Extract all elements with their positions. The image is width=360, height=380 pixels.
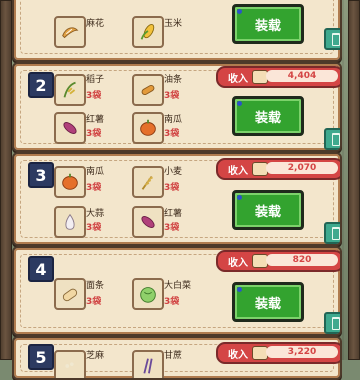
trash-icon[interactable] bbox=[324, 222, 340, 244]
corn-icon bbox=[140, 24, 155, 40]
item-name: 大白菜 bbox=[164, 281, 192, 291]
item-name: 油条 bbox=[164, 75, 183, 85]
item-slot[interactable] bbox=[54, 166, 86, 198]
blue-dot-icon bbox=[237, 287, 242, 292]
item-quantity: 3袋 bbox=[164, 223, 180, 233]
item-slot[interactable] bbox=[132, 16, 164, 48]
item-slot[interactable] bbox=[54, 112, 86, 144]
load-button-label: 装载 bbox=[254, 18, 281, 34]
crate-number-badge: 2 bbox=[28, 72, 54, 98]
sweet-potato-icon bbox=[141, 216, 155, 228]
item-slot[interactable] bbox=[54, 206, 86, 238]
income-label: 收入 bbox=[228, 73, 248, 85]
twisted-dough-icon bbox=[62, 27, 79, 39]
item-name: 南瓜 bbox=[164, 115, 183, 125]
pumpkin-icon bbox=[62, 173, 78, 190]
item-slot[interactable] bbox=[54, 74, 86, 106]
item-quantity: 3袋 bbox=[164, 129, 180, 139]
item-slot[interactable] bbox=[132, 350, 164, 378]
fried-dough-icon bbox=[141, 84, 155, 96]
item-slot[interactable] bbox=[54, 16, 86, 48]
item-slot[interactable] bbox=[132, 112, 164, 144]
crate-number-badge: 4 bbox=[28, 256, 54, 282]
item-quantity: 3袋 bbox=[86, 223, 102, 233]
rice-plant-icon bbox=[63, 81, 76, 98]
item-quantity: 3袋 bbox=[164, 91, 180, 101]
item-slot[interactable] bbox=[132, 206, 164, 238]
income-amount: 3,220 bbox=[266, 346, 338, 358]
income-label: 收入 bbox=[228, 349, 248, 361]
load-button[interactable]: 装载 bbox=[232, 190, 304, 230]
order-crate-1: 麻花 玉米 装载 bbox=[12, 0, 342, 62]
income-pill: 收入 4,404 bbox=[216, 66, 340, 88]
crate-number-badge: 3 bbox=[28, 162, 54, 188]
item-quantity: 3袋 bbox=[86, 297, 102, 307]
item-name: 红薯 bbox=[86, 115, 105, 125]
income-amount: 2,070 bbox=[266, 162, 338, 174]
income-pill: 收入 2,070 bbox=[216, 158, 340, 180]
item-slot[interactable] bbox=[54, 350, 86, 378]
item-name: 红薯 bbox=[164, 209, 183, 219]
item-quantity: 3袋 bbox=[164, 183, 180, 193]
load-button-label: 装载 bbox=[254, 204, 281, 220]
item-name: 玉米 bbox=[164, 19, 183, 29]
pumpkin-icon bbox=[140, 119, 156, 136]
load-button-label: 装载 bbox=[254, 296, 281, 312]
trash-icon[interactable] bbox=[324, 28, 340, 50]
item-slot[interactable] bbox=[132, 166, 164, 198]
sugarcane-icon bbox=[143, 358, 153, 374]
income-pill: 收入 3,220 bbox=[216, 342, 340, 364]
sesame-icon bbox=[65, 362, 74, 368]
item-quantity: 3袋 bbox=[86, 129, 102, 139]
trash-icon[interactable] bbox=[324, 312, 340, 334]
blue-dot-icon bbox=[237, 195, 242, 200]
load-button[interactable]: 装载 bbox=[232, 96, 304, 136]
crate-number-badge: 5 bbox=[28, 344, 54, 370]
item-name: 稻子 bbox=[86, 75, 105, 85]
blue-dot-icon bbox=[237, 9, 242, 14]
order-crate-2: 2 稻子 3袋 油条 3袋 红薯 3袋 南瓜 3袋 收入 4,404 装载 bbox=[12, 62, 342, 152]
trash-icon[interactable] bbox=[324, 128, 340, 150]
item-slot[interactable] bbox=[54, 278, 86, 310]
load-button[interactable]: 装载 bbox=[232, 4, 304, 44]
sweet-potato-icon bbox=[63, 122, 77, 134]
order-crate-5: 5 芝麻 甘蔗 收入 3,220 bbox=[12, 336, 342, 380]
left-shelf-rail bbox=[0, 0, 12, 360]
bread-icon bbox=[62, 288, 78, 302]
item-name: 芝麻 bbox=[86, 351, 105, 361]
item-quantity: 3袋 bbox=[86, 183, 102, 193]
load-button-label: 装载 bbox=[254, 110, 281, 126]
garlic-icon bbox=[65, 213, 75, 230]
order-crate-4: 4 面条 3袋 大白菜 3袋 收入 820 装载 bbox=[12, 246, 342, 336]
item-name: 小麦 bbox=[164, 167, 183, 177]
income-amount: 820 bbox=[266, 254, 338, 266]
load-button[interactable]: 装载 bbox=[232, 282, 304, 322]
right-shelf-rail bbox=[348, 0, 360, 360]
item-slot[interactable] bbox=[132, 74, 164, 106]
item-slot[interactable] bbox=[132, 278, 164, 310]
item-name: 面条 bbox=[86, 281, 105, 291]
blue-dot-icon bbox=[237, 101, 242, 106]
item-name: 麻花 bbox=[86, 19, 105, 29]
income-pill: 收入 820 bbox=[216, 250, 340, 272]
income-amount: 4,404 bbox=[266, 70, 338, 82]
order-crate-3: 3 南瓜 3袋 小麦 3袋 大蒜 3袋 红薯 3袋 收入 2,070 装载 bbox=[12, 152, 342, 246]
income-label: 收入 bbox=[228, 165, 248, 177]
income-label: 收入 bbox=[228, 257, 248, 269]
item-name: 南瓜 bbox=[86, 167, 105, 177]
item-name: 大蒜 bbox=[86, 209, 105, 219]
wheat-icon bbox=[141, 175, 153, 190]
item-quantity: 3袋 bbox=[164, 297, 180, 307]
cabbage-icon bbox=[140, 287, 156, 303]
item-name: 甘蔗 bbox=[164, 351, 183, 361]
item-quantity: 3袋 bbox=[86, 91, 102, 101]
